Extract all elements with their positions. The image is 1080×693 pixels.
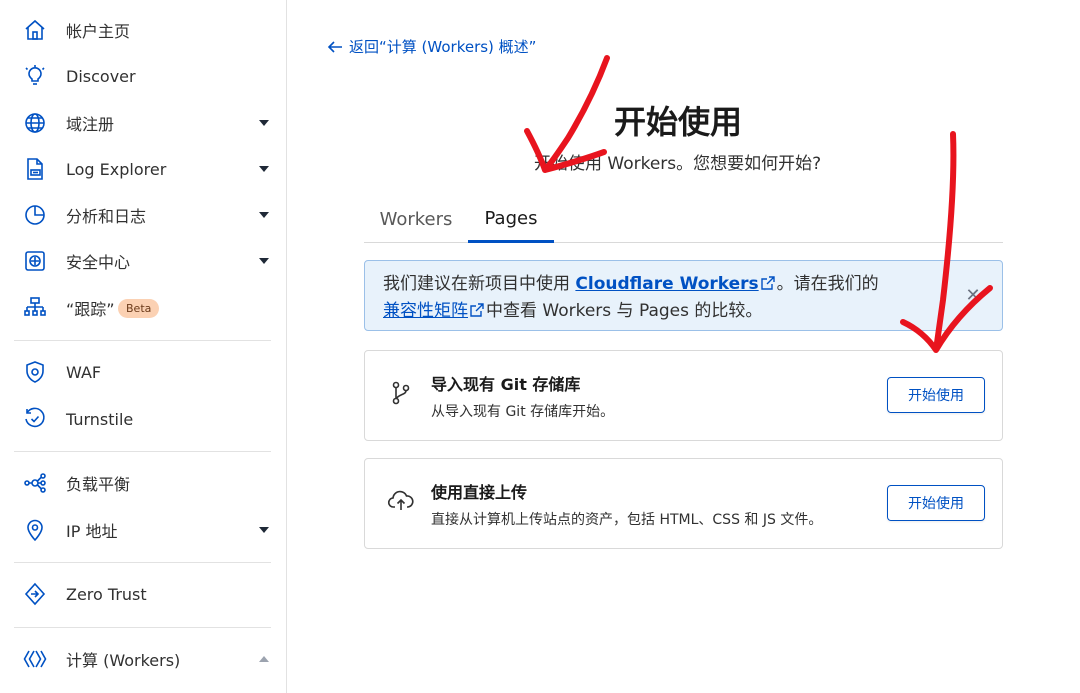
cloud-upload-icon [387, 490, 414, 510]
sidebar-item-domain-registration[interactable]: 域注册 [0, 103, 286, 143]
pie-chart-icon [22, 202, 48, 228]
external-link-icon [470, 303, 484, 317]
card-description: 直接从计算机上传站点的资产，包括 HTML、CSS 和 JS 文件。 [431, 512, 823, 528]
sidebar: 帐户主页 Discover 域注册 Log Explorer 分析和日志 安全中… [0, 0, 287, 693]
location-pin-icon [22, 517, 48, 543]
sidebar-item-discover[interactable]: Discover [0, 56, 286, 96]
close-icon[interactable]: ✕ [964, 287, 982, 305]
chevron-down-icon[interactable] [259, 258, 269, 264]
sidebar-item-label: IP 地址 [66, 522, 118, 541]
git-import-card: 导入现有 Git 存储库 从导入现有 Git 存储库开始。 开始使用 [364, 350, 1003, 441]
back-link[interactable]: 返回“计算 (Workers) 概述” [327, 36, 536, 57]
sidebar-item-zero-trust[interactable]: Zero Trust [0, 574, 286, 614]
log-icon [22, 156, 48, 182]
arrow-left-icon [327, 40, 342, 53]
chevron-down-icon[interactable] [259, 212, 269, 218]
card-description: 从导入现有 Git 存储库开始。 [431, 404, 615, 420]
chevron-down-icon[interactable] [259, 120, 269, 126]
compatibility-matrix-link[interactable]: 兼容性矩阵 [383, 301, 468, 321]
sidebar-item-label: 安全中心 [66, 253, 131, 272]
sidebar-item-label: 计算 (Workers) [66, 651, 181, 670]
sidebar-item-label: Log Explorer [66, 159, 167, 179]
sidebar-item-waf[interactable]: WAF [0, 352, 286, 392]
info-banner: 我们建议在新项目中使用 Cloudflare Workers 。请在我们的兼容性矩… [364, 260, 1003, 331]
direct-upload-start-button[interactable]: 开始使用 [887, 485, 985, 521]
sidebar-item-trace[interactable]: “跟踪” Beta [0, 288, 286, 328]
sidebar-item-label: 分析和日志 [66, 207, 147, 226]
sidebar-item-label: 负载平衡 [66, 475, 131, 494]
chevron-up-icon[interactable] [259, 656, 269, 662]
direct-upload-card: 使用直接上传 直接从计算机上传站点的资产，包括 HTML、CSS 和 JS 文件… [364, 458, 1003, 549]
lightbulb-icon [22, 63, 48, 89]
git-import-start-button[interactable]: 开始使用 [887, 377, 985, 413]
chevron-down-icon[interactable] [259, 527, 269, 533]
sidebar-item-analytics-logs[interactable]: 分析和日志 [0, 195, 286, 235]
info-text-suffix: 中查看 Workers 与 Pages 的比较。 [486, 301, 763, 321]
waf-shield-icon [22, 359, 48, 385]
card-title: 使用直接上传 [431, 483, 528, 502]
sidebar-item-compute-workers[interactable]: 计算 (Workers) [0, 639, 286, 679]
sidebar-item-label: 帐户主页 [66, 22, 131, 41]
back-link-label: 返回“计算 (Workers) 概述” [349, 38, 537, 56]
sidebar-item-turnstile[interactable]: Turnstile [0, 399, 286, 439]
sidebar-item-label: Zero Trust [66, 584, 147, 604]
sidebar-divider [14, 340, 271, 341]
sidebar-item-label: 域注册 [66, 115, 115, 134]
trace-icon [22, 295, 48, 321]
info-text-middle: 。请在我们的 [776, 274, 879, 294]
globe-icon [22, 110, 48, 136]
sidebar-divider [14, 562, 271, 563]
workers-icon [22, 646, 48, 672]
turnstile-icon [22, 406, 48, 432]
sidebar-item-account-home[interactable]: 帐户主页 [0, 10, 286, 50]
page-subtitle: 开始使用 Workers。您想要如何开始? [534, 154, 822, 174]
tabs: Workers Pages [364, 196, 1003, 243]
tab-pages[interactable]: Pages [468, 196, 554, 243]
sidebar-item-log-explorer[interactable]: Log Explorer [0, 149, 286, 189]
load-balancer-icon [22, 470, 48, 496]
sidebar-item-load-balancing[interactable]: 负载平衡 [0, 463, 286, 503]
sidebar-divider [14, 627, 271, 628]
zero-trust-icon [22, 581, 48, 607]
sidebar-item-label: Discover [66, 66, 136, 86]
cloudflare-workers-link[interactable]: Cloudflare Workers [575, 274, 758, 294]
chevron-down-icon[interactable] [259, 166, 269, 172]
sidebar-item-label: “跟踪” [66, 300, 115, 319]
sidebar-item-security-center[interactable]: 安全中心 [0, 241, 286, 281]
beta-badge: Beta [118, 298, 160, 318]
security-center-icon [22, 248, 48, 274]
info-text-prefix: 我们建议在新项目中使用 [383, 274, 576, 294]
page-title: 开始使用 [614, 103, 743, 141]
sidebar-item-ip-addresses[interactable]: IP 地址 [0, 510, 286, 550]
info-banner-text: 我们建议在新项目中使用 Cloudflare Workers 。请在我们的兼容性矩… [383, 271, 963, 325]
card-title: 导入现有 Git 存储库 [431, 375, 581, 394]
git-branch-icon [392, 381, 410, 405]
home-icon [22, 17, 48, 43]
sidebar-item-label: WAF [66, 362, 102, 382]
external-link-icon [760, 276, 775, 290]
sidebar-item-label: Turnstile [66, 409, 134, 429]
tab-workers[interactable]: Workers [368, 196, 464, 242]
sidebar-divider [14, 451, 271, 452]
